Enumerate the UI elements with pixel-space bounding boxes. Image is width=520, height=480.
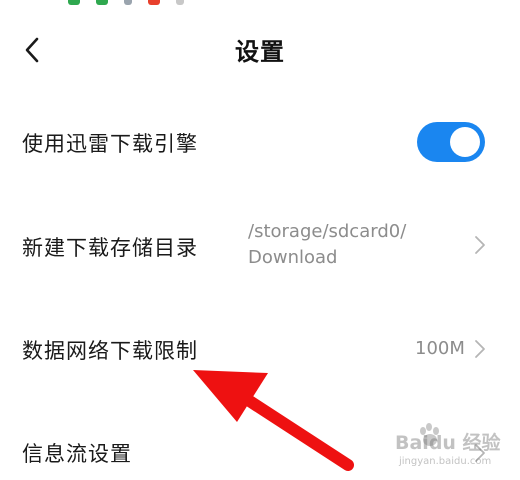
chevron-right-icon: [475, 236, 485, 254]
page-title: 设置: [235, 38, 285, 66]
storage-dir-value-line2: Download: [248, 247, 338, 268]
status-icon-1: [68, 0, 80, 5]
toggle-knob: [450, 127, 480, 157]
status-icon-5: [176, 0, 184, 5]
status-icon-3: [124, 0, 132, 5]
setting-label-feed-settings: 信息流设置: [22, 442, 132, 466]
chevron-right-icon: [475, 444, 485, 462]
thunder-engine-toggle[interactable]: [417, 122, 485, 162]
storage-dir-value-line1: /storage/sdcard0/: [248, 221, 407, 242]
setting-row-storage-dir[interactable]: 新建下载存储目录 /storage/sdcard0/ Download: [0, 205, 520, 285]
setting-label-thunder-engine: 使用迅雷下载引擎: [22, 132, 198, 156]
setting-row-feed-settings[interactable]: 信息流设置: [0, 422, 520, 480]
status-icon-2: [96, 0, 108, 5]
header-bar: 设置: [0, 22, 520, 78]
setting-label-data-limit: 数据网络下载限制: [22, 339, 198, 363]
status-icon-4: [148, 0, 160, 5]
status-bar: [0, 0, 520, 6]
setting-row-data-limit[interactable]: 数据网络下载限制 100M: [0, 318, 520, 380]
setting-label-storage-dir: 新建下载存储目录: [22, 236, 198, 260]
chevron-right-icon: [475, 340, 485, 358]
data-limit-value: 100M: [415, 338, 465, 359]
settings-screen: 设置 使用迅雷下载引擎 新建下载存储目录 /storage/sdcard0/ D…: [0, 0, 520, 480]
